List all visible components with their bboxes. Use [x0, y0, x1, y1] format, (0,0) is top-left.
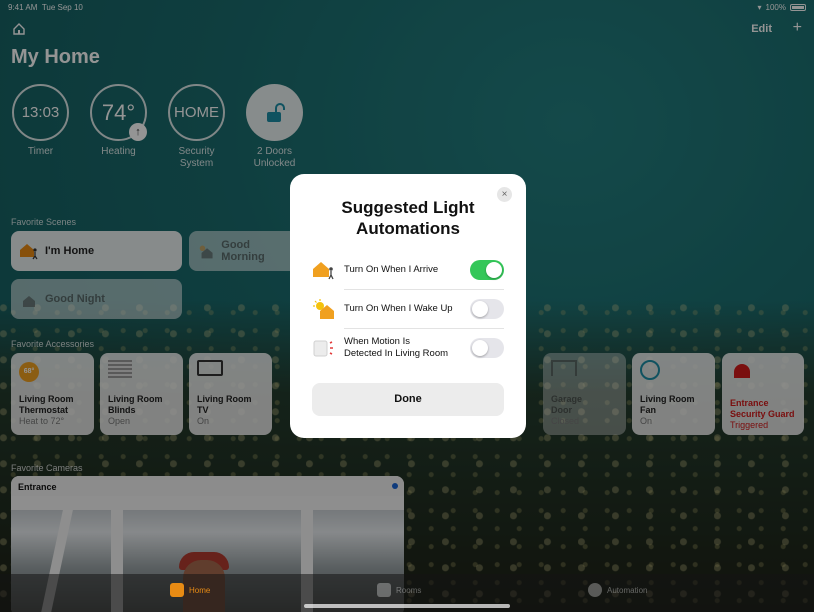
- tab-label: Home: [189, 585, 211, 595]
- home-tab-icon: [170, 583, 184, 597]
- done-button[interactable]: Done: [312, 383, 504, 416]
- home-indicator[interactable]: [304, 604, 510, 608]
- tab-automation[interactable]: Automation: [588, 583, 647, 597]
- automation-tab-icon: [588, 583, 602, 597]
- option-label-line2: Detected In Living Room: [344, 348, 449, 359]
- house-sun-icon: [313, 299, 334, 319]
- option-wake-up: Turn On When I Wake Up: [312, 290, 504, 328]
- option-arrive: Turn On When I Arrive: [312, 251, 504, 289]
- rooms-tab-icon: [377, 583, 391, 597]
- motion-sensor-icon: [313, 340, 333, 357]
- option-label: Turn On When I Wake Up: [344, 303, 453, 314]
- option-label-line1: When Motion Is: [344, 336, 410, 347]
- arrive-toggle[interactable]: [470, 260, 504, 280]
- motion-toggle[interactable]: [470, 338, 504, 358]
- modal-title: Suggested Light Automations: [341, 198, 475, 238]
- option-label: When Motion Is Detected In Living Room: [344, 336, 470, 360]
- tab-bar: Home Rooms Automation: [0, 574, 814, 612]
- option-motion: When Motion Is Detected In Living Room: [312, 329, 504, 367]
- tab-label: Rooms: [396, 585, 422, 595]
- option-label: Turn On When I Arrive: [344, 264, 439, 275]
- wake-up-toggle[interactable]: [470, 299, 504, 319]
- suggested-automations-modal: × Suggested Light Automations Turn On Wh…: [290, 174, 526, 438]
- tab-rooms[interactable]: Rooms: [377, 583, 421, 597]
- house-arrive-icon: [313, 262, 334, 280]
- tab-home[interactable]: Home: [170, 583, 210, 597]
- tab-label: Automation: [607, 585, 648, 595]
